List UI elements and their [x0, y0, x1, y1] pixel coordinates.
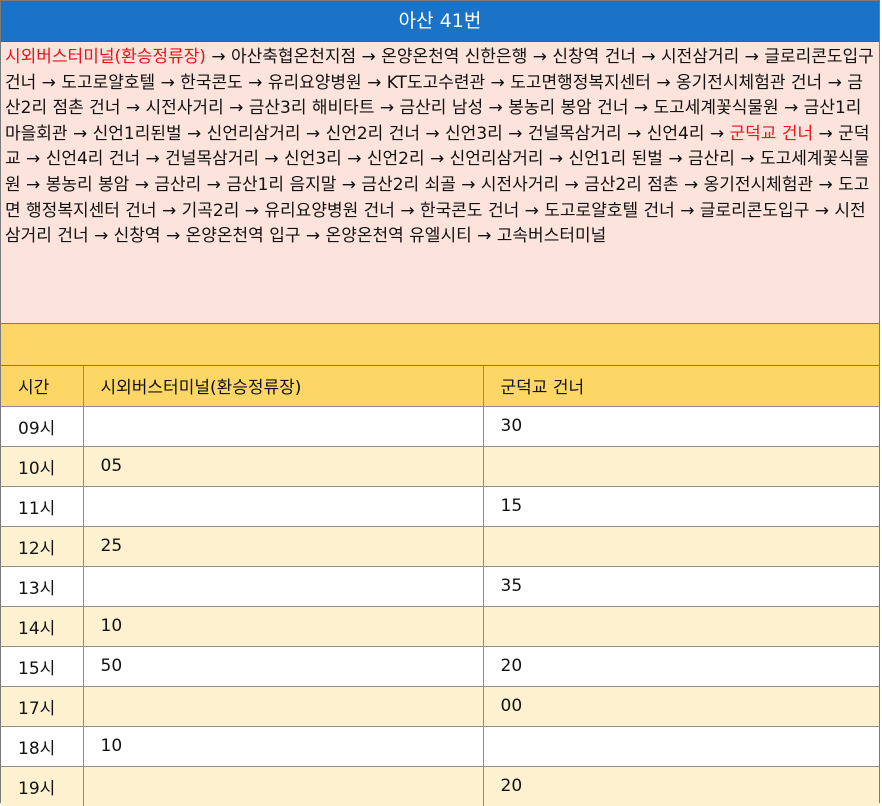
origin-time-cell: [82, 565, 484, 607]
hour-cell: 17시: [1, 685, 84, 727]
turnaround-time-cell: 30: [482, 405, 879, 447]
origin-time-cell: 05: [82, 445, 484, 487]
hour-cell: 13시: [1, 565, 84, 607]
origin-time-cell: 10: [82, 725, 484, 767]
hour-cell: 14시: [1, 605, 84, 647]
header-origin: 시외버스터미널(환승정류장): [82, 366, 484, 407]
hour-cell: 11시: [1, 485, 84, 527]
table-row: 11시 15: [1, 485, 879, 527]
schedule-table: 시간 시외버스터미널(환승정류장) 군덕교 건너 09시 30 10시 05 11시…: [1, 366, 879, 806]
origin-time-cell: 10: [82, 605, 484, 647]
table-row: 12시 25: [1, 525, 879, 567]
table-row: 15시 50 20: [1, 645, 879, 687]
hour-cell: 10시: [1, 445, 84, 487]
hour-cell: 19시: [1, 765, 84, 806]
turnaround-time-cell: [482, 605, 879, 647]
table-row: 10시 05: [1, 445, 879, 487]
turnaround-time-cell: [482, 445, 879, 487]
turnaround-time-cell: [482, 725, 879, 767]
turnaround-time-cell: [482, 525, 879, 567]
origin-time-cell: [82, 685, 484, 727]
header-spacer: [1, 324, 879, 366]
table-row: 19시 20: [1, 765, 879, 806]
table-row: 14시 10: [1, 605, 879, 647]
table-row: 17시 00: [1, 685, 879, 727]
origin-time-cell: 50: [82, 645, 484, 687]
timetable: 아산 41번 시외버스터미널(환승정류장) → 아산축협온천지점 → 온양온천역…: [0, 0, 880, 806]
table-header-row: 시간 시외버스터미널(환승정류장) 군덕교 건너: [1, 366, 879, 407]
hour-cell: 15시: [1, 645, 84, 687]
route-title: 아산 41번: [1, 1, 879, 42]
header-turnaround: 군덕교 건너: [482, 366, 879, 407]
table-row: 13시 35: [1, 565, 879, 607]
hour-cell: 12시: [1, 525, 84, 567]
header-hour: 시간: [1, 366, 84, 407]
hour-cell: 09시: [1, 405, 84, 447]
turnaround-time-cell: 20: [482, 645, 879, 687]
origin-time-cell: [82, 405, 484, 447]
route-turnaround: 군덕교 건너: [729, 123, 814, 144]
origin-time-cell: [82, 485, 484, 527]
table-row: 09시 30: [1, 405, 879, 447]
route-origin: 시외버스터미널(환승정류장): [5, 47, 206, 67]
turnaround-time-cell: 35: [482, 565, 879, 607]
route-description: 시외버스터미널(환승정류장) → 아산축협온천지점 → 온양온천역 신한은행 →…: [1, 42, 879, 324]
turnaround-time-cell: 20: [482, 765, 879, 806]
table-row: 18시 10: [1, 725, 879, 767]
hour-cell: 18시: [1, 725, 84, 767]
turnaround-time-cell: 00: [482, 685, 879, 727]
turnaround-time-cell: 15: [482, 485, 879, 527]
origin-time-cell: 25: [82, 525, 484, 567]
origin-time-cell: [82, 765, 484, 806]
